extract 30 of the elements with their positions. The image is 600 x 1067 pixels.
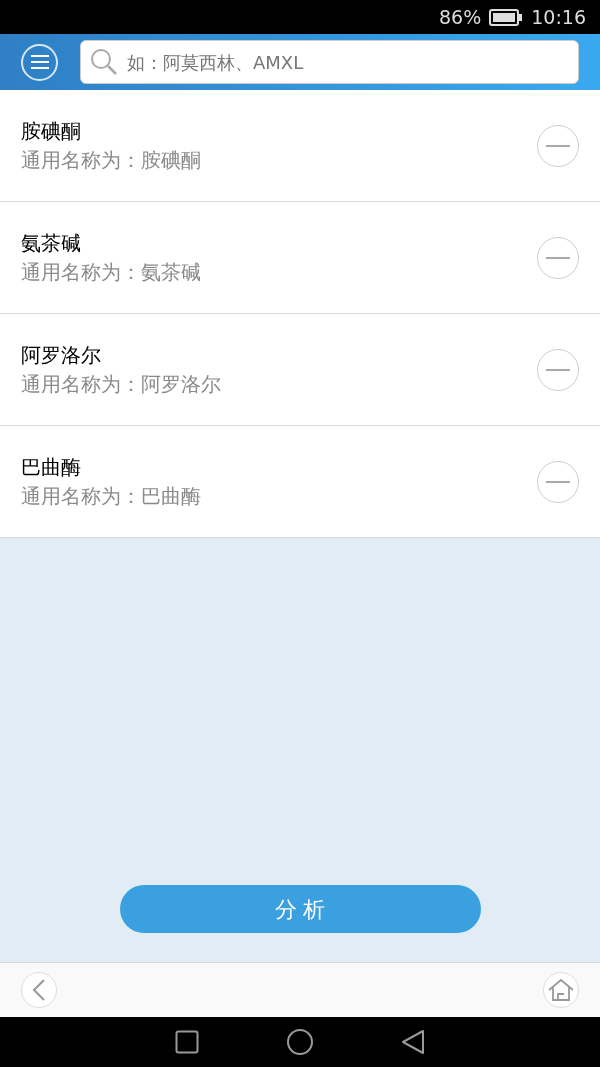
home-circle-icon[interactable]	[287, 1029, 313, 1055]
home-button[interactable]	[543, 972, 579, 1008]
drug-row[interactable]: 氨茶碱 通用名称为：氨茶碱	[0, 202, 600, 314]
recent-apps-icon[interactable]	[175, 1030, 199, 1054]
drug-name: 巴曲酶	[21, 453, 82, 481]
back-triangle-icon[interactable]	[401, 1029, 425, 1055]
search-field[interactable]: 如：阿莫西林、AMXL	[80, 40, 579, 84]
home-icon	[548, 978, 574, 1002]
drug-name: 阿罗洛尔	[21, 341, 102, 369]
battery-icon	[489, 8, 524, 26]
battery-percent: 86%	[439, 4, 482, 30]
search-icon	[90, 48, 118, 76]
generic-name: 通用名称为：阿罗洛尔	[21, 370, 222, 398]
menu-button[interactable]	[21, 43, 58, 81]
minus-icon	[546, 256, 570, 259]
drug-name: 氨茶碱	[21, 229, 82, 257]
drug-name: 胺碘酮	[21, 117, 82, 145]
minus-icon	[546, 144, 570, 147]
clock: 10:16	[531, 4, 586, 30]
minus-icon	[546, 480, 570, 483]
drug-row[interactable]: 巴曲酶 通用名称为：巴曲酶	[0, 426, 600, 538]
menu-icon	[29, 54, 50, 70]
back-button[interactable]	[21, 972, 57, 1008]
drug-row[interactable]: 胺碘酮 通用名称为：胺碘酮	[0, 90, 600, 202]
generic-name: 通用名称为：胺碘酮	[21, 146, 202, 174]
generic-name: 通用名称为：巴曲酶	[21, 482, 202, 510]
generic-name: 通用名称为：氨茶碱	[21, 258, 202, 286]
drug-row[interactable]: 阿罗洛尔 通用名称为：阿罗洛尔	[0, 314, 600, 426]
back-icon	[32, 979, 46, 1001]
minus-icon	[546, 368, 570, 371]
